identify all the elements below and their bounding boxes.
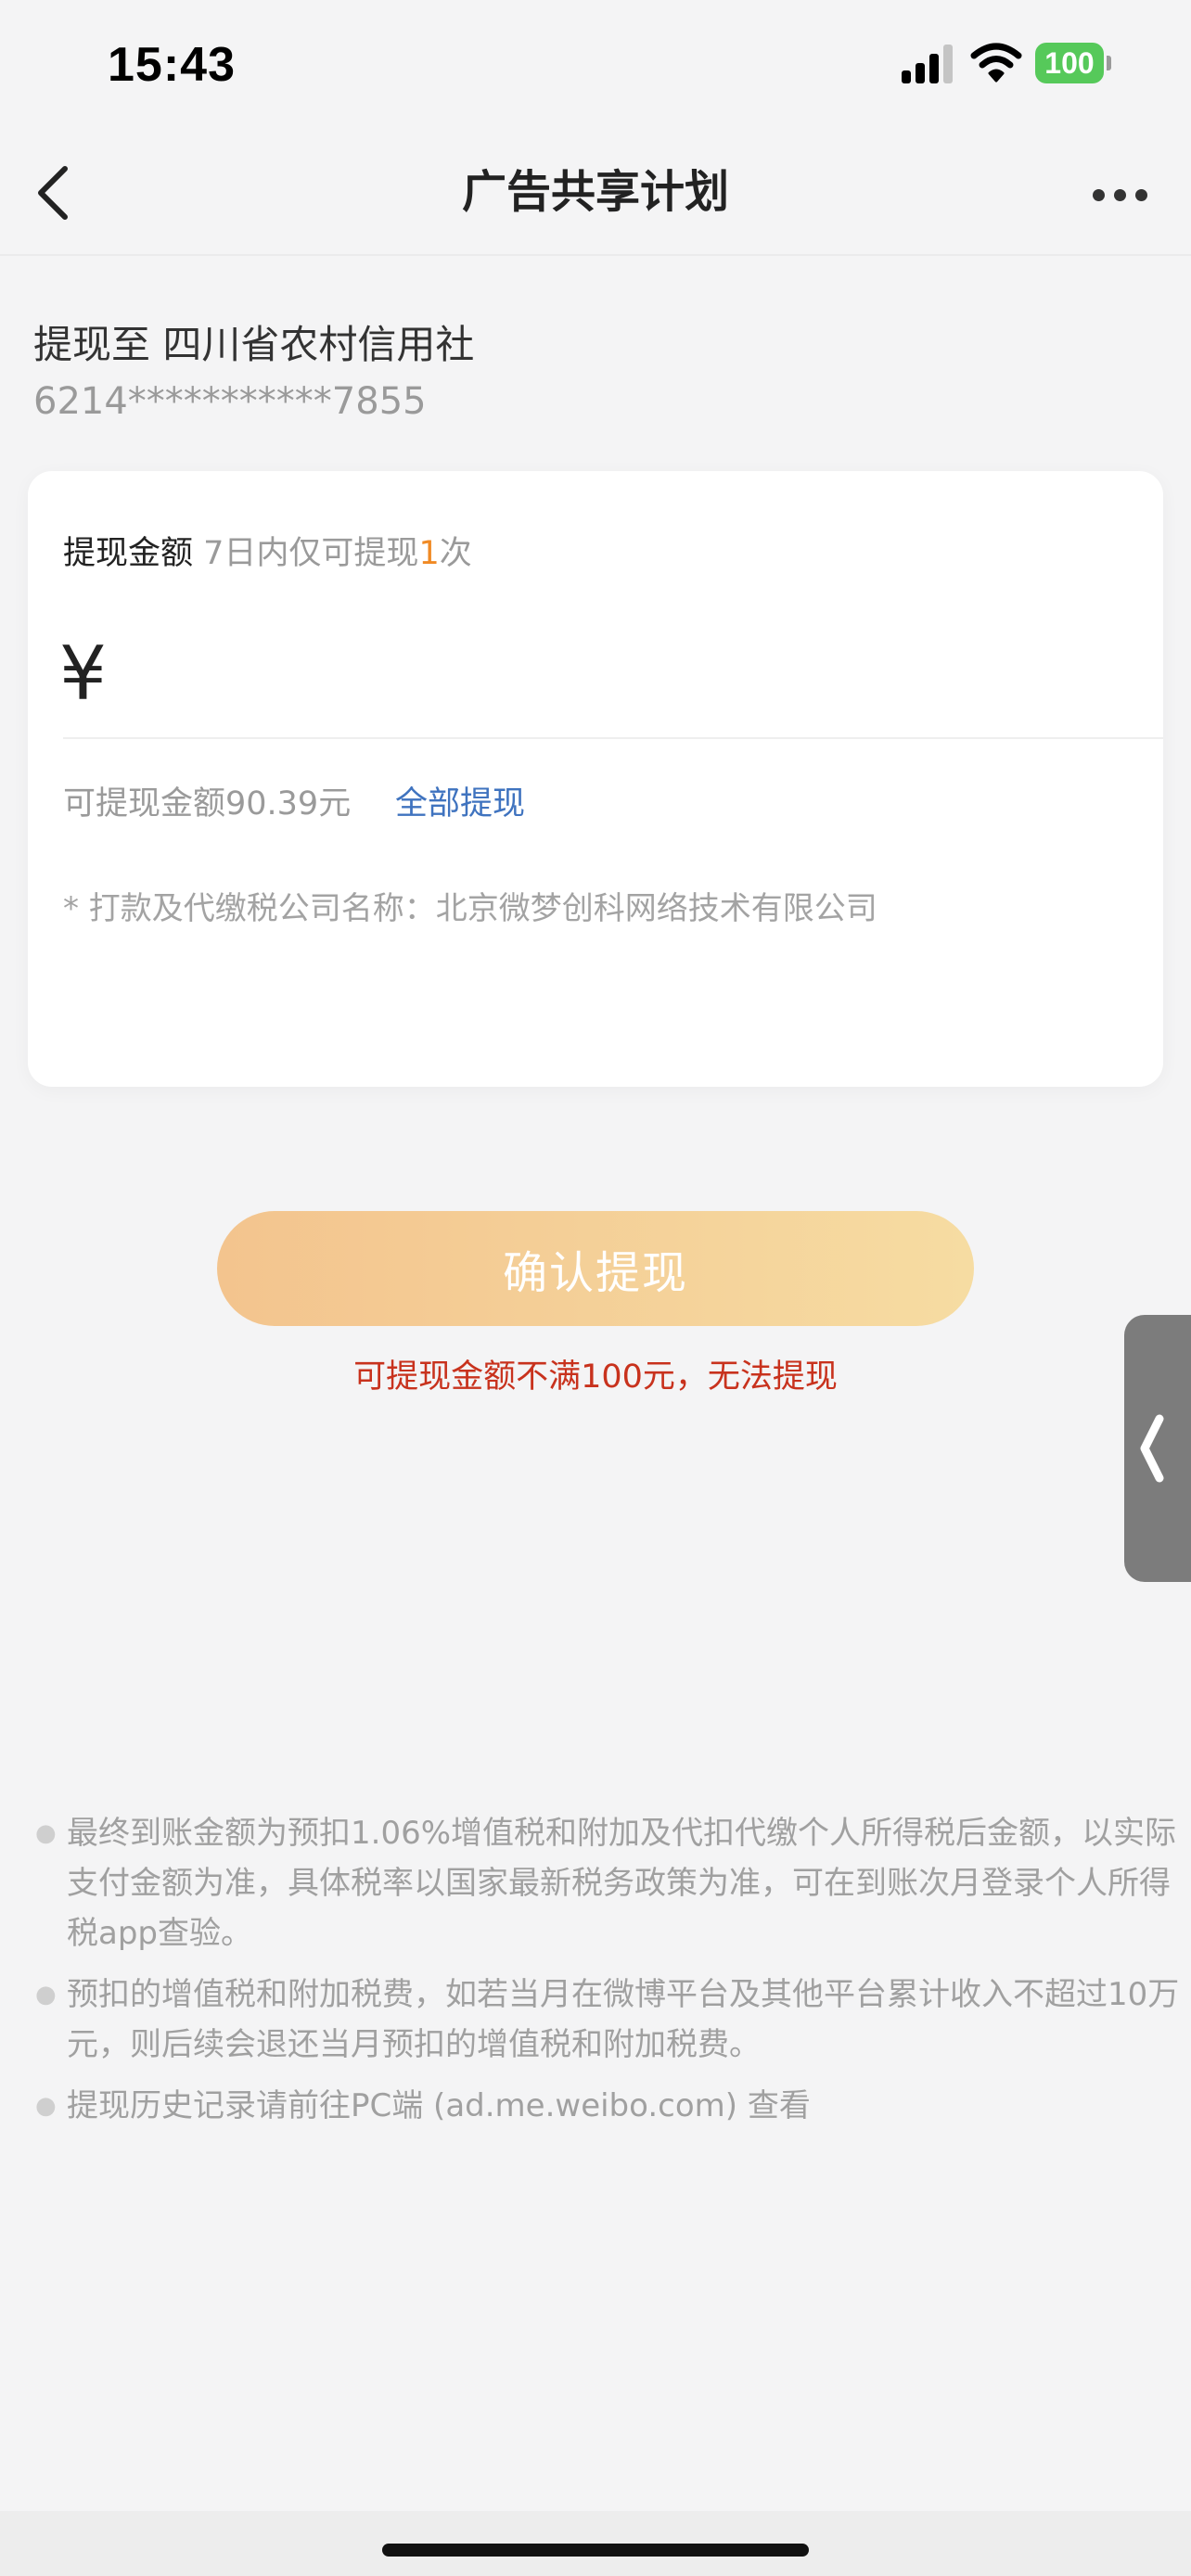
note-item: ● 预扣的增值税和附加税费，如若当月在微博平台及其他平台累计收入不超过10万元，则…	[28, 1970, 1191, 2070]
side-panel-handle[interactable]	[1124, 1315, 1191, 1582]
bullet-icon: ●	[35, 1819, 57, 1847]
nav-bar: 广告共享计划	[0, 130, 1191, 256]
bullet-icon: ●	[35, 1981, 57, 2009]
chevron-left-icon	[1140, 1414, 1164, 1483]
company-note: * 打款及代缴税公司名称：北京微梦创科网络技术有限公司	[63, 890, 877, 927]
limit-text: 7日内仅可提现1次	[203, 535, 472, 572]
withdraw-all-link[interactable]: 全部提现	[395, 777, 525, 824]
battery-icon: 100	[1035, 43, 1111, 83]
chevron-left-icon	[38, 166, 68, 220]
status-bar: 15:43 100	[0, 0, 1191, 130]
divider	[63, 737, 1163, 739]
page-title: 广告共享计划	[461, 166, 729, 218]
limit-suffix: 次	[439, 535, 472, 572]
currency-symbol: ¥	[59, 631, 107, 717]
confirm-withdraw-button[interactable]: 确认提现	[217, 1211, 974, 1326]
bank-name: 四川省农村信用社	[162, 322, 475, 367]
amount-input[interactable]	[137, 636, 1124, 716]
available-amount: 可提现金额90.39元	[63, 785, 352, 823]
limit-prefix: 7日内仅可提现	[203, 535, 419, 572]
note-item: ● 提现历史记录请前往PC端 (ad.me.weibo.com) 查看	[28, 2081, 1191, 2131]
notes-list: ● 最终到账金额为预扣1.06%增值税和附加及代扣代缴个人所得税后金额，以实际支付…	[28, 1808, 1191, 2142]
note-text: 提现历史记录请前往PC端 (ad.me.weibo.com) 查看	[67, 2087, 811, 2124]
amount-label-row: 提现金额 7日内仅可提现1次	[63, 527, 472, 574]
note-item: ● 最终到账金额为预扣1.06%增值税和附加及代扣代缴个人所得税后金额，以实际支付…	[28, 1808, 1191, 1958]
more-dots-icon	[1093, 189, 1105, 201]
warning-text: 可提现金额不满100元，无法提现	[353, 1358, 838, 1396]
note-text: 最终到账金额为预扣1.06%增值税和附加及代扣代缴个人所得税后金额，以实际支付金…	[67, 1815, 1177, 1952]
withdraw-destination: 提现至 四川省农村信用社	[33, 313, 474, 370]
status-time: 15:43	[108, 38, 236, 92]
destination-prefix: 提现至	[33, 322, 151, 367]
withdraw-card: 提现金额 7日内仅可提现1次 ¥ 可提现金额90.39元 全部提现 * 打款及代…	[28, 471, 1163, 1087]
note-text: 预扣的增值税和附加税费，如若当月在微博平台及其他平台累计收入不超过10万元，则后…	[67, 1976, 1180, 2063]
back-button[interactable]	[22, 158, 93, 228]
home-indicator[interactable]	[382, 2544, 809, 2557]
card-number: 6214***********7855	[33, 380, 427, 423]
limit-count: 1	[418, 535, 440, 572]
bullet-icon: ●	[35, 2092, 57, 2120]
more-button[interactable]	[1080, 167, 1159, 219]
amount-label: 提现金额	[63, 535, 194, 572]
battery-level: 100	[1044, 46, 1095, 80]
cellular-signal-icon	[902, 43, 954, 83]
wifi-icon	[970, 43, 1022, 83]
